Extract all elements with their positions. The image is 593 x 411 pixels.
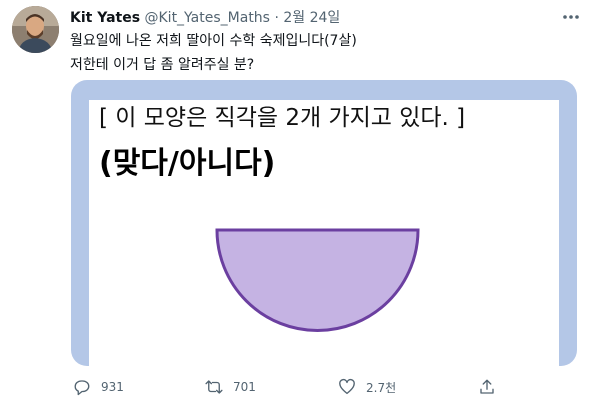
more-options-icon[interactable] — [560, 9, 582, 25]
tweet-text-line1: 월요일에 나온 저희 딸아이 수학 숙제입니다(7살) — [70, 33, 357, 49]
retweet-button[interactable]: 701 — [205, 378, 256, 396]
heart-icon — [339, 378, 355, 395]
reply-count: 931 — [101, 380, 124, 394]
action-bar: 931 701 2.7천 — [0, 372, 593, 402]
like-button[interactable]: 2.7천 — [338, 378, 396, 396]
author-handle[interactable]: @Kit_Yates_Maths — [145, 10, 270, 26]
tweet-media-image[interactable]: [ 이 모양은 직각을 2개 가지고 있다. ] (맞다/아니다) — [71, 80, 577, 366]
tweet-text-line2: 저한테 이거 답 좀 알려주실 분? — [70, 57, 255, 73]
tweet-date[interactable]: 2월 24일 — [283, 10, 340, 26]
retweet-count: 701 — [233, 380, 256, 394]
reply-icon — [74, 380, 90, 396]
tweet-header: Kit Yates @Kit_Yates_Maths · 2월 24일 — [70, 9, 340, 27]
separator-dot: · — [274, 10, 279, 26]
reply-button[interactable]: 931 — [73, 378, 124, 396]
worksheet: [ 이 모양은 직각을 2개 가지고 있다. ] (맞다/아니다) — [89, 100, 559, 366]
share-icon — [480, 379, 494, 394]
share-button[interactable] — [478, 378, 506, 396]
worksheet-answer-options: (맞다/아니다) — [99, 146, 276, 181]
retweet-icon — [205, 380, 223, 394]
semicircle-shape — [215, 228, 420, 332]
avatar[interactable] — [12, 6, 59, 53]
worksheet-question: [ 이 모양은 직각을 2개 가지고 있다. ] — [99, 105, 466, 131]
like-count: 2.7천 — [366, 380, 397, 395]
author-name[interactable]: Kit Yates — [70, 10, 140, 26]
